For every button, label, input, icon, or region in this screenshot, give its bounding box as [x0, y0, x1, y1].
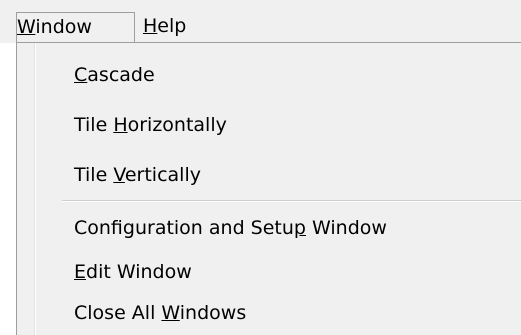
- menu-item-label-suffix: dit Window: [86, 261, 192, 283]
- menu-item-label-prefix: Configuration and Setu: [74, 217, 294, 239]
- menu-item-mnemonic: H: [113, 114, 128, 136]
- menu-item-mnemonic: C: [74, 64, 88, 86]
- menu-item-label-prefix: Tile: [74, 114, 114, 136]
- menu-window-mnemonic: W: [17, 16, 36, 38]
- menu-help-mnemonic: H: [143, 15, 158, 37]
- menu-item-close-all-windows[interactable]: Close All Windows: [0, 293, 521, 333]
- menu-item-configuration-and-setup-window[interactable]: Configuration and Setup Window: [0, 208, 521, 248]
- menu-item-edit-window[interactable]: Edit Window: [0, 252, 521, 292]
- menu-help[interactable]: Help: [141, 12, 186, 42]
- menu-item-label-suffix: indows: [179, 302, 247, 324]
- menu-item-label-suffix: orizontally: [127, 114, 227, 136]
- menu-item-mnemonic: p: [293, 217, 306, 239]
- menu-item-label-prefix: Tile: [74, 164, 114, 186]
- menu-item-label-suffix: ertically: [124, 164, 201, 186]
- menu-help-label: elp: [157, 15, 187, 37]
- menu-separator: [62, 200, 521, 202]
- menu-item-tile-horizontally[interactable]: Tile Horizontally: [0, 105, 521, 145]
- menu-bar: Window Help: [0, 0, 521, 43]
- menu-item-cascade[interactable]: Cascade: [0, 55, 521, 95]
- menu-item-mnemonic: E: [74, 261, 87, 283]
- menu-window-label: indow: [35, 16, 92, 38]
- menu-item-mnemonic: W: [161, 302, 180, 324]
- menu-item-mnemonic: V: [113, 164, 125, 186]
- menu-window[interactable]: Window: [16, 12, 135, 42]
- menu-item-tile-vertically[interactable]: Tile Vertically: [0, 155, 521, 195]
- menu-item-label-suffix: ascade: [87, 64, 155, 86]
- menu-item-label-prefix: Close All: [74, 302, 162, 324]
- menu-item-label-suffix: Window: [305, 217, 387, 239]
